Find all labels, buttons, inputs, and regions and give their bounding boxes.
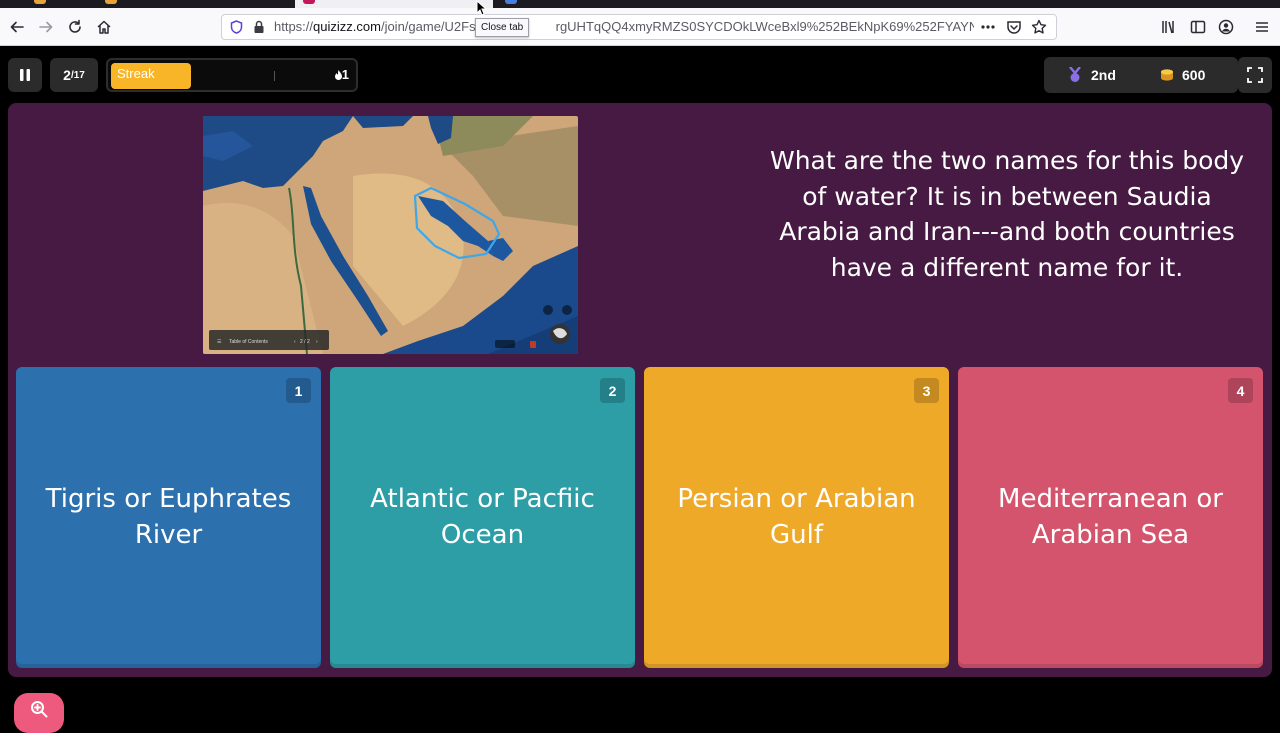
lock-icon — [254, 20, 264, 33]
pocket-icon[interactable] — [1006, 19, 1022, 35]
menu-button[interactable] — [1250, 15, 1274, 39]
url-rest: rgUHTqQQ4xmyRMZS0SYCDOkLWceBxl9%252BEkNp… — [555, 19, 1021, 34]
coins-value: 600 — [1182, 67, 1206, 83]
close-tab-tooltip: Close tab — [475, 18, 530, 37]
option-text: Tigris or Euphrates River — [45, 484, 292, 550]
browser-toolbar: https://quizizz.com/join/game/U2Fs rgUHTq… — [0, 8, 1280, 46]
mouse-cursor-icon — [476, 0, 486, 16]
question-counter: 2/17 — [50, 58, 98, 92]
streak-label: Streak — [117, 66, 155, 81]
streak-count-value: 1 — [341, 67, 349, 82]
answer-option-1[interactable]: 1 Tigris or Euphrates River — [16, 367, 321, 668]
shield-icon — [230, 20, 243, 34]
tab-favicon — [34, 0, 46, 4]
fullscreen-button[interactable] — [1238, 57, 1272, 93]
zoom-in-icon — [31, 701, 48, 718]
url-text[interactable]: https://quizizz.com/join/game/U2Fs rgUHTq… — [274, 15, 1020, 39]
reload-button[interactable] — [63, 15, 87, 39]
forward-arrow-icon — [39, 21, 53, 33]
browser-tab-active[interactable] — [295, 0, 493, 8]
option-number: 2 — [600, 378, 625, 403]
reload-icon — [69, 19, 81, 33]
zoom-button[interactable] — [14, 693, 64, 733]
menu-icon — [1256, 22, 1268, 32]
browser-tab-strip — [0, 0, 1280, 8]
player-stats: 2nd 600 — [1044, 57, 1238, 93]
url-prefix: https:// — [274, 19, 314, 34]
rank-value: 2nd — [1091, 67, 1116, 83]
address-bar[interactable]: https://quizizz.com/join/game/U2Fs rgUHTq… — [221, 14, 1057, 40]
star-icon[interactable] — [1031, 19, 1047, 35]
rank-stat: 2nd — [1068, 57, 1148, 93]
account-button[interactable] — [1214, 15, 1238, 39]
option-text: Persian or Arabian Gulf — [677, 484, 916, 550]
option-number: 1 — [286, 378, 311, 403]
option-text: Atlantic or Pacfiic Ocean — [370, 484, 595, 550]
answer-option-4[interactable]: 4 Mediterranean or Arabian Sea — [958, 367, 1263, 668]
more-icon[interactable] — [980, 20, 996, 34]
browser-tab[interactable] — [20, 0, 90, 8]
library-button[interactable] — [1157, 15, 1181, 39]
question-text: What are the two names for this body of … — [769, 146, 1245, 282]
streak-divider — [274, 71, 275, 81]
option-text: Mediterranean or Arabian Sea — [998, 484, 1223, 550]
svg-text:☰: ☰ — [217, 339, 222, 345]
tab-favicon — [105, 0, 117, 4]
question-total: /17 — [70, 69, 85, 81]
browser-tab[interactable] — [95, 0, 290, 8]
home-icon — [97, 20, 111, 34]
coin-icon — [1161, 69, 1173, 81]
sidebar-button[interactable] — [1186, 15, 1210, 39]
medal-icon — [1069, 67, 1081, 82]
map-page-indicator: 2 / 2 — [300, 339, 310, 345]
question-current: 2 — [63, 67, 71, 83]
pause-icon — [20, 69, 30, 81]
middle-east-satellite-map: ☰ Table of Contents ‹ 2 / 2 › — [203, 116, 578, 354]
account-icon — [1218, 19, 1234, 35]
url-path: /join/game/U2Fs — [380, 19, 476, 34]
tab-favicon — [303, 0, 315, 4]
question-map-image[interactable]: ☰ Table of Contents ‹ 2 / 2 › — [203, 116, 578, 354]
url-actions — [974, 15, 1056, 39]
library-icon — [1162, 21, 1174, 34]
sidebar-icon — [1190, 20, 1206, 34]
home-button[interactable] — [92, 15, 116, 39]
answer-option-3[interactable]: 3 Persian or Arabian Gulf — [644, 367, 949, 668]
answer-option-2[interactable]: 2 Atlantic or Pacfiic Ocean — [330, 367, 635, 668]
pause-button[interactable] — [8, 58, 42, 92]
back-arrow-icon — [10, 21, 24, 33]
streak-count: 1 — [334, 67, 349, 82]
url-host: quizizz.com — [313, 19, 381, 34]
forward-button[interactable] — [34, 15, 58, 39]
tab-favicon — [505, 0, 517, 4]
map-toc-label: Table of Contents — [229, 339, 268, 345]
fullscreen-icon — [1247, 67, 1263, 83]
flame-icon — [334, 70, 342, 80]
coins-stat: 600 — [1160, 57, 1205, 93]
option-number: 4 — [1228, 378, 1253, 403]
browser-tab[interactable] — [497, 0, 692, 8]
back-button[interactable] — [5, 15, 29, 39]
option-number: 3 — [914, 378, 939, 403]
streak-bar: Streak 1 — [106, 58, 358, 92]
